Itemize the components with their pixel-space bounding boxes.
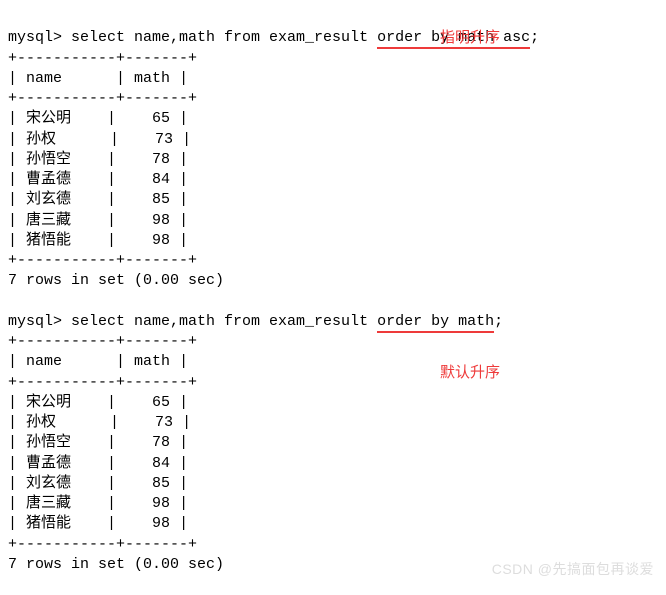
table-row: | 唐三藏 | 98 | [8,212,188,229]
table-row: | 宋公明 | 65 | [8,110,188,127]
table-row: | 孙悟空 | 78 | [8,434,188,451]
col-header-name: name [26,353,116,370]
order-by-clause: order by math [377,313,494,333]
query-suffix: ; [530,29,539,46]
table-border: +-----------+-------+ [8,374,197,391]
table-row: | 猪悟能 | 98 | [8,515,188,532]
table-row: | 曹孟德 | 84 | [8,171,188,188]
table-row: | 刘玄德 | 85 | [8,475,188,492]
query-suffix: ; [494,313,503,330]
table-row: | 孙权 | 73 | [8,414,191,431]
table-header-row: | name | math | [8,70,188,87]
table-row: | 孙悟空 | 78 | [8,151,188,168]
mysql-prompt: mysql> [8,29,71,46]
mysql-prompt: mysql> [8,313,71,330]
col-header-math: math [134,353,170,370]
table-border: +-----------+-------+ [8,50,197,67]
table-row: | 宋公明 | 65 | [8,394,188,411]
table-row: | 唐三藏 | 98 | [8,495,188,512]
table-border: +-----------+-------+ [8,90,197,107]
table-row: | 猪悟能 | 98 | [8,232,188,249]
col-header-name: name [26,70,116,87]
query-text: select name,math from exam_result [71,29,377,46]
table-header-row: | name | math | [8,353,188,370]
table-border: +-----------+-------+ [8,252,197,269]
table-row: | 刘玄德 | 85 | [8,191,188,208]
col-header-math: math [134,70,170,87]
table-border: +-----------+-------+ [8,333,197,350]
table-border: +-----------+-------+ [8,536,197,553]
rows-in-set: 7 rows in set (0.00 sec) [8,556,224,573]
table-row: | 曹孟德 | 84 | [8,455,188,472]
csdn-watermark: CSDN @先搞面包再谈爱 [492,560,654,579]
annotation-default-asc: 默认升序 [440,363,500,383]
query-text: select name,math from exam_result [71,313,377,330]
annotation-explicit-asc: 指明升序 [440,28,500,48]
rows-in-set: 7 rows in set (0.00 sec) [8,272,224,289]
table-row: | 孙权 | 73 | [8,131,191,148]
mysql-terminal-block-1: mysql> select name,math from exam_result… [8,8,658,575]
